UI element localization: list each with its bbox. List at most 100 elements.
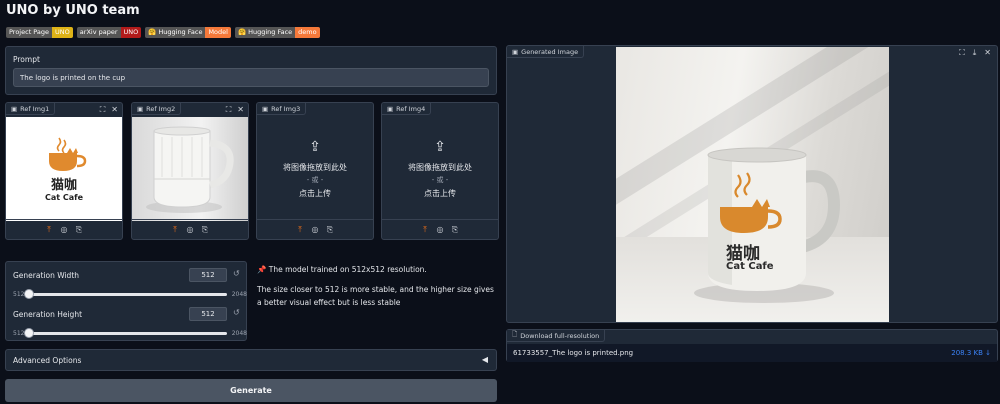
resolution-note: 📌 The model trained on 512x512 resolutio… [257, 263, 497, 316]
ref-img1-image: 猫咖 Cat Cafe [6, 117, 122, 221]
ref-img2-tools: ⛶ ✕ [226, 105, 244, 115]
clipboard-icon[interactable]: ⎘ [201, 225, 209, 234]
generated-image: 猫咖 Cat Cafe [616, 47, 889, 322]
ref-img2-label-tag: ▣ Ref Img2 [132, 103, 182, 115]
hugging-face-icon: 🤗 [237, 28, 247, 36]
clipboard-icon[interactable]: ⎘ [326, 225, 334, 234]
webcam-icon[interactable]: ◎ [60, 225, 68, 234]
close-icon[interactable]: ✕ [237, 105, 244, 115]
webcam-icon[interactable]: ◎ [186, 225, 194, 234]
height-number-input[interactable]: 512 [189, 307, 227, 321]
page-title: UNO by UNO team [6, 3, 140, 18]
width-slider-label: Generation Width [13, 271, 80, 280]
download-filename[interactable]: 61733557_The logo is printed.png [513, 349, 633, 357]
generated-image-label: Generated Image [521, 47, 579, 56]
ref-img2-footer: ⤒ ◎ ⎘ [132, 219, 248, 239]
badge-left: arXiv paper [76, 27, 121, 38]
upload-icon[interactable]: ⤒ [45, 225, 53, 234]
fullscreen-icon[interactable]: ⛶ [959, 48, 965, 58]
fullscreen-icon[interactable]: ⛶ [226, 105, 232, 115]
logo-text-en: Cat Cafe [44, 193, 84, 202]
or-text: - 或 - [431, 175, 449, 184]
badge-right: Model [205, 27, 231, 38]
ref-img4-footer: ⤒ ◎ ⎘ [382, 219, 498, 239]
ref-img3-dropzone[interactable]: ⇪ 将图像拖放到此处 - 或 - 点击上传 [257, 117, 373, 221]
image-icon: ▣ [387, 104, 394, 113]
close-icon[interactable]: ✕ [111, 105, 118, 115]
download-file-row[interactable]: 61733557_The logo is printed.png 208.3 K… [507, 344, 997, 362]
logo-text-cn: 猫咖 [50, 178, 77, 193]
reset-icon[interactable]: ↺ [233, 269, 240, 278]
click-upload-text: 点击上传 [299, 188, 331, 198]
upload-arrow-icon: ⇪ [309, 138, 321, 155]
advanced-options-accordion[interactable]: Advanced Options ◀ [5, 349, 497, 371]
download-panel: 🗋 Download full-resolution 61733557_The … [506, 329, 998, 362]
close-icon[interactable]: ✕ [984, 48, 991, 58]
download-label: Download full-resolution [520, 331, 600, 340]
image-icon: ▣ [11, 104, 18, 113]
width-min: 512 [13, 291, 25, 298]
badge-hf-model[interactable]: 🤗 Hugging Face Model [145, 27, 231, 38]
note-line1: The model trained on 512x512 resolution. [268, 265, 427, 274]
ref-img1-panel[interactable]: ▣ Ref Img1 ⛶ ✕ 猫咖 Cat Cafe ⤒ ◎ ⎘ [5, 102, 123, 240]
mug-image [146, 126, 234, 213]
ref-img3-label-tag: ▣ Ref Img3 [257, 103, 307, 115]
width-slider-track[interactable] [24, 289, 227, 299]
generated-mug-illustration [694, 147, 841, 303]
width-number-input[interactable]: 512 [189, 268, 227, 282]
badge-row: Project Page UNO arXiv paper UNO 🤗 Huggin… [6, 27, 320, 38]
ref-img1-tools: ⛶ ✕ [100, 105, 118, 115]
image-icon: ▣ [262, 104, 269, 113]
upload-icon[interactable]: ⤒ [296, 225, 304, 234]
height-slider-thumb[interactable] [24, 328, 34, 338]
clipboard-icon[interactable]: ⎘ [75, 225, 83, 234]
prompt-label: Prompt [13, 55, 40, 64]
ref-img1-label: Ref Img1 [20, 104, 50, 113]
upload-icon[interactable]: ⤒ [421, 225, 429, 234]
badge-hf-demo[interactable]: 🤗 Hugging Face demo [234, 27, 320, 38]
width-max: 2048 [231, 291, 247, 298]
prompt-input[interactable] [13, 68, 489, 87]
webcam-icon[interactable]: ◎ [311, 225, 319, 234]
badge-left: Hugging Face [158, 28, 203, 36]
badge-arxiv[interactable]: arXiv paper UNO [76, 27, 142, 38]
badge-right: UNO [120, 27, 142, 38]
download-label-tag: 🗋 Download full-resolution [507, 330, 606, 342]
ref-img1-footer: ⤒ ◎ ⎘ [6, 219, 122, 239]
prompt-panel: Prompt [5, 46, 497, 95]
generated-image-tools: ⛶ ⤓ ✕ [959, 48, 991, 58]
click-upload-text: 点击上传 [424, 188, 456, 198]
webcam-icon[interactable]: ◎ [436, 225, 444, 234]
note-line2: The size closer to 512 is more stable, a… [257, 285, 494, 307]
ref-img3-panel[interactable]: ▣ Ref Img3 ⇪ 将图像拖放到此处 - 或 - 点击上传 ⤒ ◎ ⎘ [256, 102, 374, 240]
ref-img1-label-tag: ▣ Ref Img1 [6, 103, 56, 115]
ref-img2-label: Ref Img2 [146, 104, 176, 113]
download-icon[interactable]: ⤓ [973, 48, 977, 58]
badge-right: UNO [52, 27, 73, 38]
pin-icon: 📌 [257, 265, 267, 274]
badge-left: Project Page [6, 27, 53, 38]
height-slider-track[interactable] [24, 328, 227, 338]
height-min: 512 [13, 330, 25, 337]
generate-button[interactable]: Generate [5, 379, 497, 402]
badge-project-page[interactable]: Project Page UNO [6, 27, 73, 38]
ref-img4-panel[interactable]: ▣ Ref Img4 ⇪ 将图像拖放到此处 - 或 - 点击上传 ⤒ ◎ ⎘ [381, 102, 499, 240]
ref-img4-dropzone[interactable]: ⇪ 将图像拖放到此处 - 或 - 点击上传 [382, 117, 498, 221]
ref-img4-label: Ref Img4 [396, 104, 426, 113]
width-slider-thumb[interactable] [24, 289, 34, 299]
cat-cafe-logo-icon [49, 137, 87, 171]
download-size-link[interactable]: 208.3 KB ↓ [951, 349, 991, 357]
or-text: - 或 - [306, 175, 324, 184]
ref-img4-label-tag: ▣ Ref Img4 [382, 103, 432, 115]
image-icon: ▣ [137, 104, 144, 113]
clipboard-icon[interactable]: ⎘ [451, 225, 459, 234]
upload-icon[interactable]: ⤒ [171, 225, 179, 234]
advanced-options-label: Advanced Options [13, 356, 82, 365]
height-max: 2048 [231, 330, 247, 337]
fullscreen-icon[interactable]: ⛶ [100, 105, 106, 115]
badge-left: Hugging Face [248, 28, 293, 36]
file-icon: 🗋 [512, 330, 518, 338]
ref-img2-panel[interactable]: ▣ Ref Img2 ⛶ ✕ ⤒ ◎ ⎘ [131, 102, 249, 240]
generated-image-panel: ▣ Generated Image ⛶ ⤓ ✕ 猫咖 Cat Cafe [506, 45, 998, 323]
reset-icon[interactable]: ↺ [233, 308, 240, 317]
